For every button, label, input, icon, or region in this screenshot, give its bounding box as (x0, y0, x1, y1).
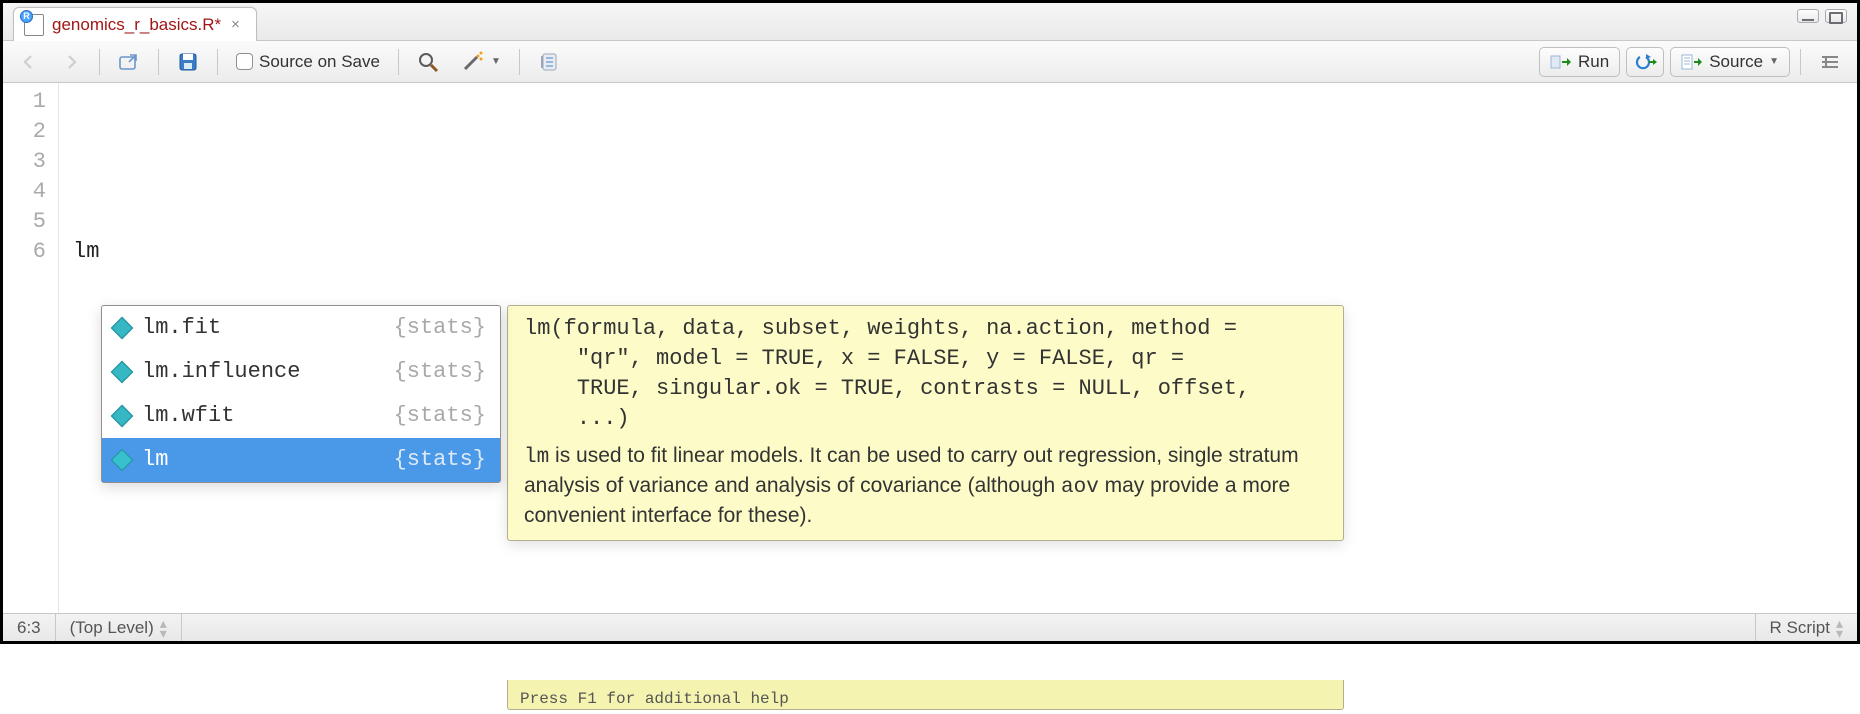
code-line: lm (73, 237, 99, 267)
scope-label: (Top Level) (70, 618, 154, 638)
code-line (73, 87, 99, 117)
tab-bar: R genomics_r_basics.R* × (3, 3, 1857, 41)
function-icon (111, 361, 134, 384)
help-desc-code: lm (524, 446, 549, 469)
save-button[interactable] (169, 47, 207, 77)
compile-report-button[interactable] (530, 47, 568, 77)
chevron-down-icon: ▼ (1769, 56, 1779, 67)
run-button[interactable]: Run (1539, 47, 1620, 77)
rerun-icon (1633, 53, 1657, 71)
source-on-save-checkbox[interactable] (236, 53, 253, 70)
autocomplete-item[interactable]: lm.wfit {stats} (102, 394, 500, 438)
run-line-icon (1550, 53, 1572, 71)
filetype-selector[interactable]: R Script ▴▾ (1755, 614, 1858, 641)
line-number-gutter: 1 2 3 4 5 6 (3, 83, 59, 613)
line-number: 2 (3, 117, 46, 147)
notebook-icon (538, 51, 560, 73)
filetype-label: R Script (1770, 618, 1830, 638)
nav-forward-button[interactable] (53, 47, 89, 77)
autocomplete-item-name: lm.fit (142, 313, 382, 343)
source-file-icon (1681, 53, 1703, 71)
autocomplete-item-package: {stats} (394, 313, 486, 343)
autocomplete-item[interactable]: lm {stats} (102, 438, 500, 482)
show-in-new-window-button[interactable] (110, 47, 148, 77)
autocomplete-item-package: {stats} (394, 357, 486, 387)
autocomplete-item-name: lm (142, 445, 382, 475)
line-number: 6 (3, 237, 46, 267)
autocomplete-item[interactable]: lm.influence {stats} (102, 350, 500, 394)
autocomplete-popup: lm.fit {stats} lm.influence {stats} lm.wfit {… (101, 305, 501, 483)
source-label: Source (1709, 52, 1763, 72)
popup-window-icon (118, 52, 140, 72)
tab-close-icon[interactable]: × (229, 16, 242, 33)
function-icon (111, 449, 134, 472)
autocomplete-item-name: lm.influence (142, 357, 382, 387)
run-label: Run (1578, 52, 1609, 72)
pane-minimize-icon[interactable] (1797, 9, 1819, 23)
code-editor[interactable]: 1 2 3 4 5 6 lm lm.fit{stats}lm.influence… (3, 83, 1857, 613)
find-replace-button[interactable] (409, 47, 447, 77)
outline-icon (1819, 53, 1841, 71)
arrow-left-icon (19, 52, 39, 72)
line-number: 1 (3, 87, 46, 117)
outline-button[interactable] (1811, 47, 1849, 77)
source-on-save-label: Source on Save (259, 52, 380, 72)
autocomplete-item[interactable]: lm.fit {stats} (102, 306, 500, 350)
code-area[interactable]: lm (59, 83, 99, 613)
help-signature: lm(formula, data, subset, weights, na.ac… (524, 314, 1327, 434)
magnifier-icon (417, 51, 439, 73)
line-number: 5 (3, 207, 46, 237)
pane-window-controls (1797, 9, 1847, 23)
source-on-save-toggle[interactable]: Source on Save (228, 47, 388, 77)
file-tab[interactable]: R genomics_r_basics.R* × (13, 7, 257, 41)
nav-back-button[interactable] (11, 47, 47, 77)
r-file-badge: R (20, 10, 33, 23)
function-icon (111, 405, 134, 428)
source-button[interactable]: Source ▼ (1670, 47, 1790, 77)
code-line (73, 147, 99, 177)
pane-maximize-icon[interactable] (1825, 9, 1847, 23)
help-desc-code: aov (1061, 476, 1099, 499)
help-description: lm is used to fit linear models. It can … (524, 442, 1327, 530)
updown-icon: ▴▾ (1836, 618, 1843, 638)
help-tooltip: lm(formula, data, subset, weights, na.ac… (507, 305, 1344, 541)
line-number: 4 (3, 177, 46, 207)
chevron-down-icon: ▼ (491, 56, 501, 67)
scope-selector[interactable]: (Top Level) ▴▾ (56, 614, 182, 641)
status-bar: 6:3 (Top Level) ▴▾ R Script ▴▾ (3, 613, 1857, 641)
autocomplete-item-package: {stats} (394, 401, 486, 431)
rerun-button[interactable] (1626, 47, 1664, 77)
editor-toolbar: Source on Save ▼ (3, 41, 1857, 83)
magic-wand-icon (461, 51, 485, 73)
line-number: 3 (3, 147, 46, 177)
arrow-right-icon (61, 52, 81, 72)
updown-icon: ▴▾ (160, 618, 167, 638)
code-tools-button[interactable]: ▼ (453, 47, 509, 77)
code-line (73, 207, 99, 237)
autocomplete-item-name: lm.wfit (142, 401, 382, 431)
tab-filename: genomics_r_basics.R* (52, 15, 221, 35)
function-icon (111, 317, 134, 340)
floppy-disk-icon (177, 51, 199, 73)
code-line (73, 117, 99, 147)
r-file-icon: R (24, 14, 44, 36)
autocomplete-item-package: {stats} (394, 445, 486, 475)
toolbar-right-group: Run Source ▼ (1539, 47, 1849, 77)
cursor-position[interactable]: 6:3 (3, 614, 56, 641)
cursor-position-label: 6:3 (17, 618, 41, 638)
help-tooltip-footer: Press F1 for additional help (507, 680, 1344, 710)
code-line (73, 177, 99, 207)
